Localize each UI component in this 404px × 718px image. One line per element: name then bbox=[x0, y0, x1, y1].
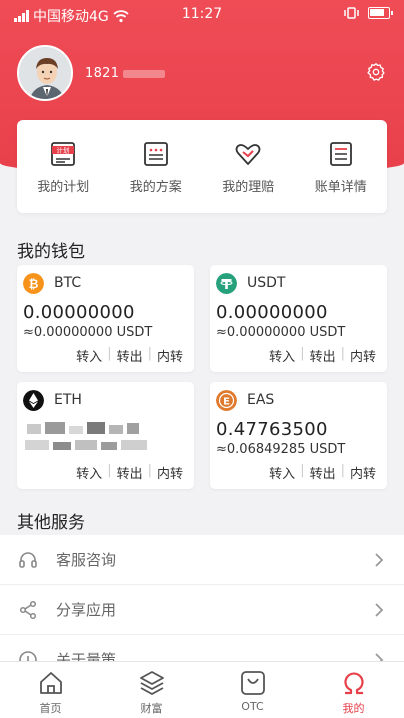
home-icon bbox=[39, 672, 62, 694]
btc-glyph: ₿ bbox=[29, 277, 39, 291]
wallet-card-btc[interactable]: ₿ BTC 0.00000000 ≈0.00000000 USDT 转入 | 转出… bbox=[17, 265, 194, 372]
quick-actions-card: 计划 我的计划 我的方案 我的理赔 账单详情 bbox=[17, 120, 387, 213]
omega-icon bbox=[343, 672, 364, 695]
wallet-card-eas[interactable]: E EAS 0.47763500 ≈0.06849285 USDT 转入 | 转出… bbox=[210, 382, 387, 489]
tab-mine[interactable]: 我的 bbox=[303, 662, 404, 718]
transfer-in-button[interactable]: 转入 bbox=[71, 463, 107, 482]
internal-transfer-button[interactable]: 内转 bbox=[345, 463, 381, 482]
vibrate-icon bbox=[344, 7, 359, 19]
transfer-in-button[interactable]: 转入 bbox=[71, 346, 107, 365]
internal-transfer-button[interactable]: 内转 bbox=[152, 346, 188, 365]
internal-transfer-button[interactable]: 内转 bbox=[152, 463, 188, 482]
battery-icon bbox=[368, 7, 393, 19]
tab-label: 我的 bbox=[342, 702, 365, 715]
transfer-out-button[interactable]: 转出 bbox=[112, 346, 148, 365]
bill-icon bbox=[329, 142, 352, 166]
coin-actions: 转入 | 转出 | 内转 bbox=[71, 463, 188, 482]
redacted-username bbox=[123, 69, 166, 78]
bottom-tab-bar: 首页 财富 OTC 我的 bbox=[0, 661, 404, 718]
transfer-out-button[interactable]: 转出 bbox=[305, 463, 341, 482]
plan-icon: 计划 bbox=[51, 142, 76, 166]
username-text: 1821 bbox=[85, 66, 120, 81]
settings-gear-icon[interactable] bbox=[366, 62, 386, 82]
coin-symbol: ETH bbox=[54, 392, 82, 408]
scheme-icon bbox=[143, 142, 168, 166]
username: 1821 bbox=[85, 66, 166, 81]
coin-amount: 0.00000000 bbox=[216, 302, 328, 323]
tab-otc[interactable]: OTC bbox=[202, 662, 303, 718]
chevron-right-icon bbox=[375, 553, 384, 567]
tab-label: 首页 bbox=[39, 702, 62, 715]
redacted-balance bbox=[23, 420, 153, 456]
wallet-card-eth[interactable]: ETH 转入 | 转出 | 内转 bbox=[17, 382, 194, 489]
coin-actions: 转入 | 转出 | 内转 bbox=[264, 346, 381, 365]
eth-icon bbox=[23, 390, 44, 411]
otc-icon bbox=[240, 671, 265, 695]
service-item-customer-support[interactable]: 客服咨询 bbox=[0, 535, 404, 585]
internal-transfer-button[interactable]: 内转 bbox=[345, 346, 381, 365]
transfer-out-button[interactable]: 转出 bbox=[305, 346, 341, 365]
coin-symbol: BTC bbox=[54, 275, 82, 291]
usdt-icon bbox=[216, 273, 237, 294]
coin-symbol: USDT bbox=[247, 275, 286, 291]
service-label: 客服咨询 bbox=[56, 551, 117, 569]
tab-label: 财富 bbox=[140, 702, 163, 715]
coin-amount: 0.47763500 bbox=[216, 419, 328, 440]
quick-item-label: 我的计划 bbox=[37, 180, 90, 195]
chevron-right-icon bbox=[375, 603, 384, 617]
wallet-title: 我的钱包 bbox=[17, 242, 85, 262]
coin-actions: 转入 | 转出 | 内转 bbox=[264, 463, 381, 482]
plan-icon-label: 计划 bbox=[57, 146, 70, 155]
quick-item-plan[interactable]: 计划 我的计划 bbox=[17, 120, 110, 213]
claim-icon bbox=[235, 144, 261, 165]
transfer-out-button[interactable]: 转出 bbox=[112, 463, 148, 482]
avatar[interactable] bbox=[17, 45, 73, 101]
coin-symbol: EAS bbox=[247, 392, 275, 408]
eas-icon: E bbox=[216, 390, 237, 411]
btc-icon: ₿ bbox=[23, 273, 44, 294]
quick-item-label: 我的方案 bbox=[129, 180, 182, 195]
transfer-in-button[interactable]: 转入 bbox=[264, 346, 300, 365]
quick-item-claim[interactable]: 我的理赔 bbox=[202, 120, 295, 213]
eas-glyph: E bbox=[223, 397, 230, 408]
headset-icon bbox=[19, 551, 37, 568]
tab-wealth[interactable]: 财富 bbox=[101, 662, 202, 718]
quick-item-label: 我的理赔 bbox=[222, 180, 275, 195]
services-title: 其他服务 bbox=[17, 513, 85, 533]
service-item-share-app[interactable]: 分享应用 bbox=[0, 585, 404, 635]
layers-icon bbox=[139, 671, 164, 696]
coin-usdt-value: ≈0.00000000 USDT bbox=[216, 325, 346, 340]
transfer-in-button[interactable]: 转入 bbox=[264, 463, 300, 482]
coin-usdt-value: ≈0.06849285 USDT bbox=[216, 442, 346, 457]
tab-home[interactable]: 首页 bbox=[0, 662, 101, 718]
coin-amount: 0.00000000 bbox=[23, 302, 135, 323]
tab-label: OTC bbox=[241, 700, 264, 713]
wallet-card-usdt[interactable]: USDT 0.00000000 ≈0.00000000 USDT 转入 | 转出 |… bbox=[210, 265, 387, 372]
share-icon bbox=[19, 600, 37, 619]
quick-item-bill[interactable]: 账单详情 bbox=[295, 120, 388, 213]
service-label: 分享应用 bbox=[56, 601, 117, 619]
coin-usdt-value: ≈0.00000000 USDT bbox=[23, 325, 153, 340]
quick-item-scheme[interactable]: 我的方案 bbox=[110, 120, 203, 213]
quick-item-label: 账单详情 bbox=[314, 180, 367, 195]
status-bar: 中国移动4G 11:27 bbox=[0, 0, 404, 28]
coin-actions: 转入 | 转出 | 内转 bbox=[71, 346, 188, 365]
